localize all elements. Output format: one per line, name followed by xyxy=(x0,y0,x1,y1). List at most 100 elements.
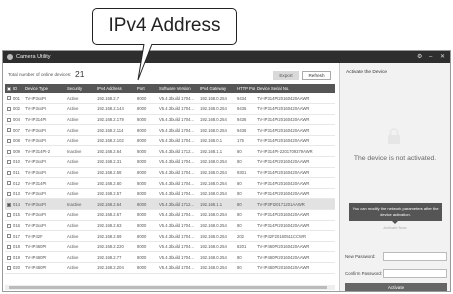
cell-serial-no: TV-IP314PI20160420AAWR xyxy=(257,116,310,122)
column-header-ipv4-gateway[interactable]: IPv4 Gateway xyxy=(198,84,235,93)
cell-ipv4-gateway: 192.168.0.254 xyxy=(200,191,227,197)
cell-software-version: V5.4.3build 1704... xyxy=(159,254,194,260)
activate-button[interactable]: Activate xyxy=(345,283,447,291)
confirm-password-input[interactable] xyxy=(383,269,447,278)
cell-software-version: V5.4.3build 1704... xyxy=(159,265,194,271)
cell-port: 8000 xyxy=(137,212,147,218)
table-row[interactable]: 014 TV-IP3xxPI Inactive 192.168.2.64 8000 V5.… xyxy=(5,198,335,210)
activation-status: The device is not activated. xyxy=(353,155,437,162)
cell-id: 014 xyxy=(13,201,20,207)
cell-security: Active xyxy=(67,212,79,218)
cell-port: 8000 xyxy=(137,222,147,228)
column-header-device-type[interactable]: Device Type xyxy=(23,84,65,93)
minimize-icon[interactable]: – xyxy=(429,53,432,61)
table-row[interactable]: 007 TV-IP3xxPI Active 192.168.2.114 8000 V5.4… xyxy=(5,125,335,136)
cell-port: 8000 xyxy=(137,233,147,239)
cell-software-version: V5.4.3build 1704... xyxy=(159,222,194,228)
cell-ipv4-address: 192.168.2.31 xyxy=(97,159,122,165)
cell-port: 8000 xyxy=(137,180,147,186)
cell-security: Active xyxy=(67,222,79,228)
cell-http-port: 9301 xyxy=(237,169,247,175)
cell-id: 018 xyxy=(13,244,20,250)
cell-security: Active xyxy=(67,106,79,112)
table-row[interactable]: 013 TV-IP3xxPI Active 192.168.2.57 8000 V5.4.… xyxy=(5,188,335,199)
cell-device-type: TV-IP460PI xyxy=(25,254,47,260)
cell-ipv4-gateway: 192.168.0.254 xyxy=(200,116,227,122)
table-row[interactable]: 004 TV-IP314PI Active 192.168.2.179 8000 V5.4… xyxy=(5,114,335,125)
new-password-input[interactable] xyxy=(383,252,447,261)
table-row[interactable]: 017 TV-IP42F Active 192.168.2.69 8000 V5.4.3b… xyxy=(5,231,335,242)
column-header-id[interactable]: ID xyxy=(11,84,23,93)
column-header-ipv4-address[interactable]: IPv4 Address xyxy=(95,84,135,93)
table-row[interactable]: 019 TV-IP460PI Active 192.168.2.77 8000 V5.4.… xyxy=(5,252,335,263)
cell-serial-no: TV-IP460PI20160420AAWR xyxy=(257,254,310,260)
cell-device-type: TV-IP3xxPI xyxy=(25,159,46,165)
cell-ipv4-gateway: 192.168.0.254 xyxy=(200,127,227,133)
cell-device-type: TV-IP3xxPI xyxy=(25,106,46,112)
cell-device-type: TV-IP3xxPI xyxy=(25,201,46,207)
cell-ipv4-address: 192.168.2.114 xyxy=(97,127,124,133)
cell-software-version: V5.4.3build 1704... xyxy=(159,244,194,250)
cell-http-port: 80 xyxy=(237,254,242,260)
cell-ipv4-gateway: 192.168.0.254 xyxy=(200,233,227,239)
checkbox-icon xyxy=(7,149,11,154)
cell-http-port: 9436 xyxy=(237,127,247,133)
table-row[interactable]: 009 TV-IP314PI-2 Inactive 192.168.2.64 8000 V… xyxy=(5,146,335,157)
settings-icon[interactable]: ⚙ xyxy=(417,53,422,61)
activate-now-link[interactable]: Activate Now xyxy=(340,225,450,230)
column-header-software-version[interactable]: Software Version xyxy=(157,84,198,93)
cell-ipv4-address: 192.168.2.102 xyxy=(97,138,124,144)
checkbox-icon xyxy=(7,213,11,218)
cell-device-type: TV-IP3xxPI xyxy=(25,138,46,144)
cell-ipv4-address: 192.168.2.179 xyxy=(97,116,124,122)
online-count-label: Total number of online devices: xyxy=(8,72,72,77)
cell-port: 8000 xyxy=(137,127,147,133)
table-row[interactable]: 008 TV-IP3xxPI Active 192.168.2.102 8000 V5.4… xyxy=(5,135,335,146)
cell-http-port: 80 xyxy=(237,265,242,271)
export-button[interactable]: Export xyxy=(273,71,299,80)
table-row[interactable]: 010 TV-IP3xxPI Active 192.168.2.31 8000 V5.4.… xyxy=(5,157,335,168)
cell-serial-no: TV-IP314PI20160420AAWR xyxy=(257,127,310,133)
table-row[interactable]: 001 TV-IP3xxPI Active 192.168.2.7 8000 V5.4.3… xyxy=(5,93,335,104)
table-row[interactable]: 016 TV-IP3xxPI Active 192.168.2.63 8000 V5.4.… xyxy=(5,220,335,231)
checkbox-icon xyxy=(7,192,11,197)
activation-tip: You can modify the network parameters af… xyxy=(349,203,442,221)
lock-icon xyxy=(388,128,400,144)
cell-ipv4-gateway: 192.168.0.254 xyxy=(200,106,227,112)
scrollbar-thumb[interactable] xyxy=(9,286,327,289)
cell-security: Active xyxy=(67,159,79,165)
close-icon[interactable]: ✕ xyxy=(440,53,445,61)
cell-software-version: V5.4.3build 1712... xyxy=(159,201,194,207)
cell-security: Inactive xyxy=(67,201,82,207)
cell-ipv4-address: 192.168.2.69 xyxy=(97,233,122,239)
table-row[interactable]: 015 TV-IP3xxPI Active 192.168.2.67 8000 V5.4.… xyxy=(5,210,335,221)
column-header-serial-no[interactable]: Device Serial No. xyxy=(255,84,335,93)
column-header-security[interactable]: Security xyxy=(65,84,95,93)
cell-serial-no: TV-IP314PI-2201709379AWR xyxy=(257,148,313,154)
table-row[interactable]: 020 TV-IP460PI Active 192.168.2.204 8000 V5.4… xyxy=(5,263,335,274)
table-row[interactable]: 012 TV-IP314PI Active 192.168.2.60 8000 V5.4.… xyxy=(5,178,335,189)
tip-arrow xyxy=(392,221,398,224)
table-row[interactable]: 011 TV-IP3xxPI Active 192.168.2.58 8000 V5.4.… xyxy=(5,167,335,178)
cell-serial-no: TV-IP314PI20160420AAWR xyxy=(257,95,310,101)
cell-software-version: V5.4.3build 1704... xyxy=(159,106,194,112)
cell-serial-no: TV-IP460PI20160420AAWR xyxy=(257,244,310,250)
horizontal-scrollbar[interactable] xyxy=(5,285,335,290)
cell-serial-no: TV-IP314PI20160420AAWR xyxy=(257,212,310,218)
column-header-http-port[interactable]: HTTP Port xyxy=(235,84,255,93)
table-row[interactable]: 018 TV-IP460PI Active 192.168.2.220 8000 V5.4… xyxy=(5,241,335,252)
cell-port: 8000 xyxy=(137,254,147,260)
cell-device-type: TV-IP314PI xyxy=(25,180,47,186)
cell-ipv4-address: 192.168.2.64 xyxy=(97,201,122,207)
cell-port: 8000 xyxy=(137,106,147,112)
cell-port: 8000 xyxy=(137,169,147,175)
column-header-port[interactable]: Port xyxy=(135,84,157,93)
checkbox-icon xyxy=(7,181,11,186)
cell-software-version: V5.4.3build 1704... xyxy=(159,138,194,144)
cell-security: Active xyxy=(67,244,79,250)
ipv4-address-callout: IPv4 Address xyxy=(92,8,237,45)
cell-software-version: V5.4.3build 1704... xyxy=(159,159,194,165)
cell-http-port: 80 xyxy=(237,148,242,154)
table-row[interactable]: 002 TV-IP3xxPI Active 192.168.2.144 8000 V5.4… xyxy=(5,104,335,115)
refresh-button[interactable]: Refresh xyxy=(302,71,331,80)
